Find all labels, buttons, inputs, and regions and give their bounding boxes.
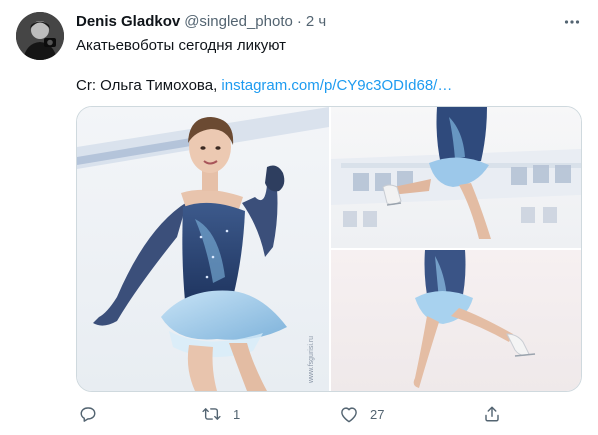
tweet-text-line1: Акатьевоботы сегодня ликуют	[76, 37, 286, 54]
avatar[interactable]	[16, 12, 64, 60]
media-photo-bottom-right[interactable]	[331, 250, 581, 391]
tweet-header: Denis Gladkov @singled_photo · 2 ч	[76, 12, 582, 32]
heart-icon	[339, 405, 358, 424]
media-watermark: www.fsgurisi.ru	[308, 336, 315, 384]
media-photo-main[interactable]: www.fsgurisi.ru	[77, 107, 329, 391]
tweet-actions: 1 27	[76, 400, 506, 428]
instagram-link[interactable]: instagram.com/p/CY9c3ODId68/…	[221, 77, 452, 94]
reply-bubble-icon	[78, 405, 97, 424]
share-icon	[482, 405, 501, 424]
media-grid: www.fsgurisi.ru	[76, 106, 582, 392]
retweet-icon	[202, 405, 221, 424]
separator-dot: ·	[296, 13, 302, 30]
like-button[interactable]: 27	[339, 400, 384, 428]
author-name[interactable]: Denis Gladkov	[76, 12, 180, 32]
author-handle[interactable]: @singled_photo	[184, 12, 293, 32]
tweet-text-line2: Cr: Ольга Тимохова, instagram.com/p/CY9c…	[76, 76, 582, 96]
reply-button[interactable]	[78, 400, 109, 428]
like-count: 27	[370, 406, 385, 422]
more-dots-icon[interactable]	[562, 12, 582, 32]
media-photo-top-right[interactable]	[331, 107, 581, 248]
credit-text: Cr: Ольга Тимохова,	[76, 77, 222, 94]
tweet-time[interactable]: 2 ч	[306, 12, 326, 32]
tweet-text: Акатьевоботы сегодня ликуют Cr: Ольга Ти…	[76, 36, 582, 96]
retweet-button[interactable]: 1	[202, 400, 240, 428]
retweet-count: 1	[233, 406, 241, 422]
tweet[interactable]: Denis Gladkov @singled_photo · 2 ч Акать…	[0, 0, 598, 435]
share-button[interactable]	[482, 400, 501, 428]
